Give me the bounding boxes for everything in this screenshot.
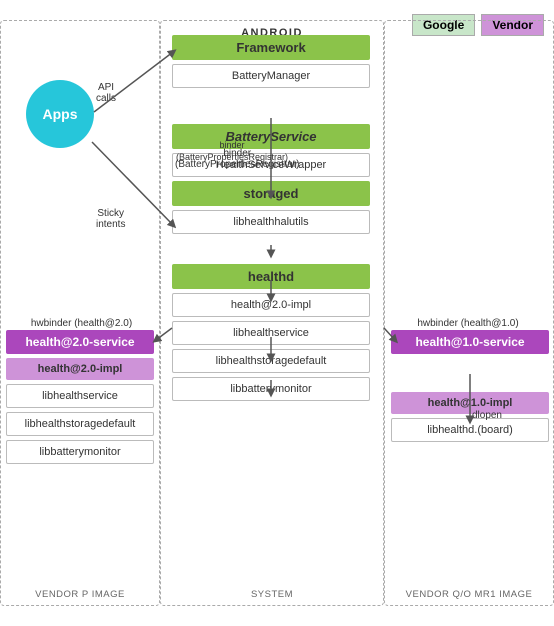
binder-text: binder(BatteryPropertiesRegistrar) xyxy=(176,140,288,163)
libhealthservice-p-box: libhealthservice xyxy=(6,384,154,408)
api-calls-label: APIcalls xyxy=(96,82,116,104)
health-1-service-bar: health@1.0-service xyxy=(391,330,549,354)
libbatterymonitor-mid-box: libbatterymonitor xyxy=(172,377,370,401)
system-label: SYSTEM xyxy=(161,589,383,600)
vendor-p-label: VENDOR P IMAGE xyxy=(1,589,159,600)
vendor-p-blocks: health@2.0-service health@2.0-impl libhe… xyxy=(6,330,154,464)
healthd-bar: healthd xyxy=(172,264,370,289)
vendor-qo-label: VENDOR Q/O MR1 IMAGE xyxy=(385,589,553,600)
battery-manager-box: BatteryManager xyxy=(172,64,370,88)
libhealthd-board-box: libhealthd.(board) xyxy=(391,418,549,442)
libhealthhalutils-box: libhealthhalutils xyxy=(172,210,370,234)
libhealthstoragedefault-p-box: libhealthstoragedefault xyxy=(6,412,154,436)
storaged-bar: storaged xyxy=(172,181,370,206)
framework-bar: Framework xyxy=(172,35,370,60)
libhealthservice-mid-box: libhealthservice xyxy=(172,321,370,345)
libbatterymonitor-p-box: libbatterymonitor xyxy=(6,440,154,464)
hwbinder-right-label: hwbinder (health@1.0) xyxy=(384,318,552,329)
vendor-qo-blocks: health@1.0-service health@1.0-impl libhe… xyxy=(391,330,549,442)
sticky-intents-label: Stickyintents xyxy=(96,208,125,230)
health-1-impl-box: health@1.0-impl xyxy=(391,392,549,414)
apps-circle: Apps xyxy=(26,80,94,148)
libhealthstoragedefault-mid-box: libhealthstoragedefault xyxy=(172,349,370,373)
hwbinder-left-label: hwbinder (health@2.0) xyxy=(4,318,159,329)
dlopen-label: dlopen xyxy=(472,410,502,421)
diagram: Google Vendor VENDOR P IMAGE ANDROID SYS… xyxy=(0,0,554,626)
android-blocks: Framework BatteryManager BatteryService … xyxy=(172,35,370,401)
health-2-service-bar: health@2.0-service xyxy=(6,330,154,354)
vendor-qo-column: VENDOR Q/O MR1 IMAGE xyxy=(384,20,554,606)
health-impl-mid-box: health@2.0-impl xyxy=(172,293,370,317)
apps-label: Apps xyxy=(43,106,78,122)
health-2-impl-box: health@2.0-impl xyxy=(6,358,154,380)
